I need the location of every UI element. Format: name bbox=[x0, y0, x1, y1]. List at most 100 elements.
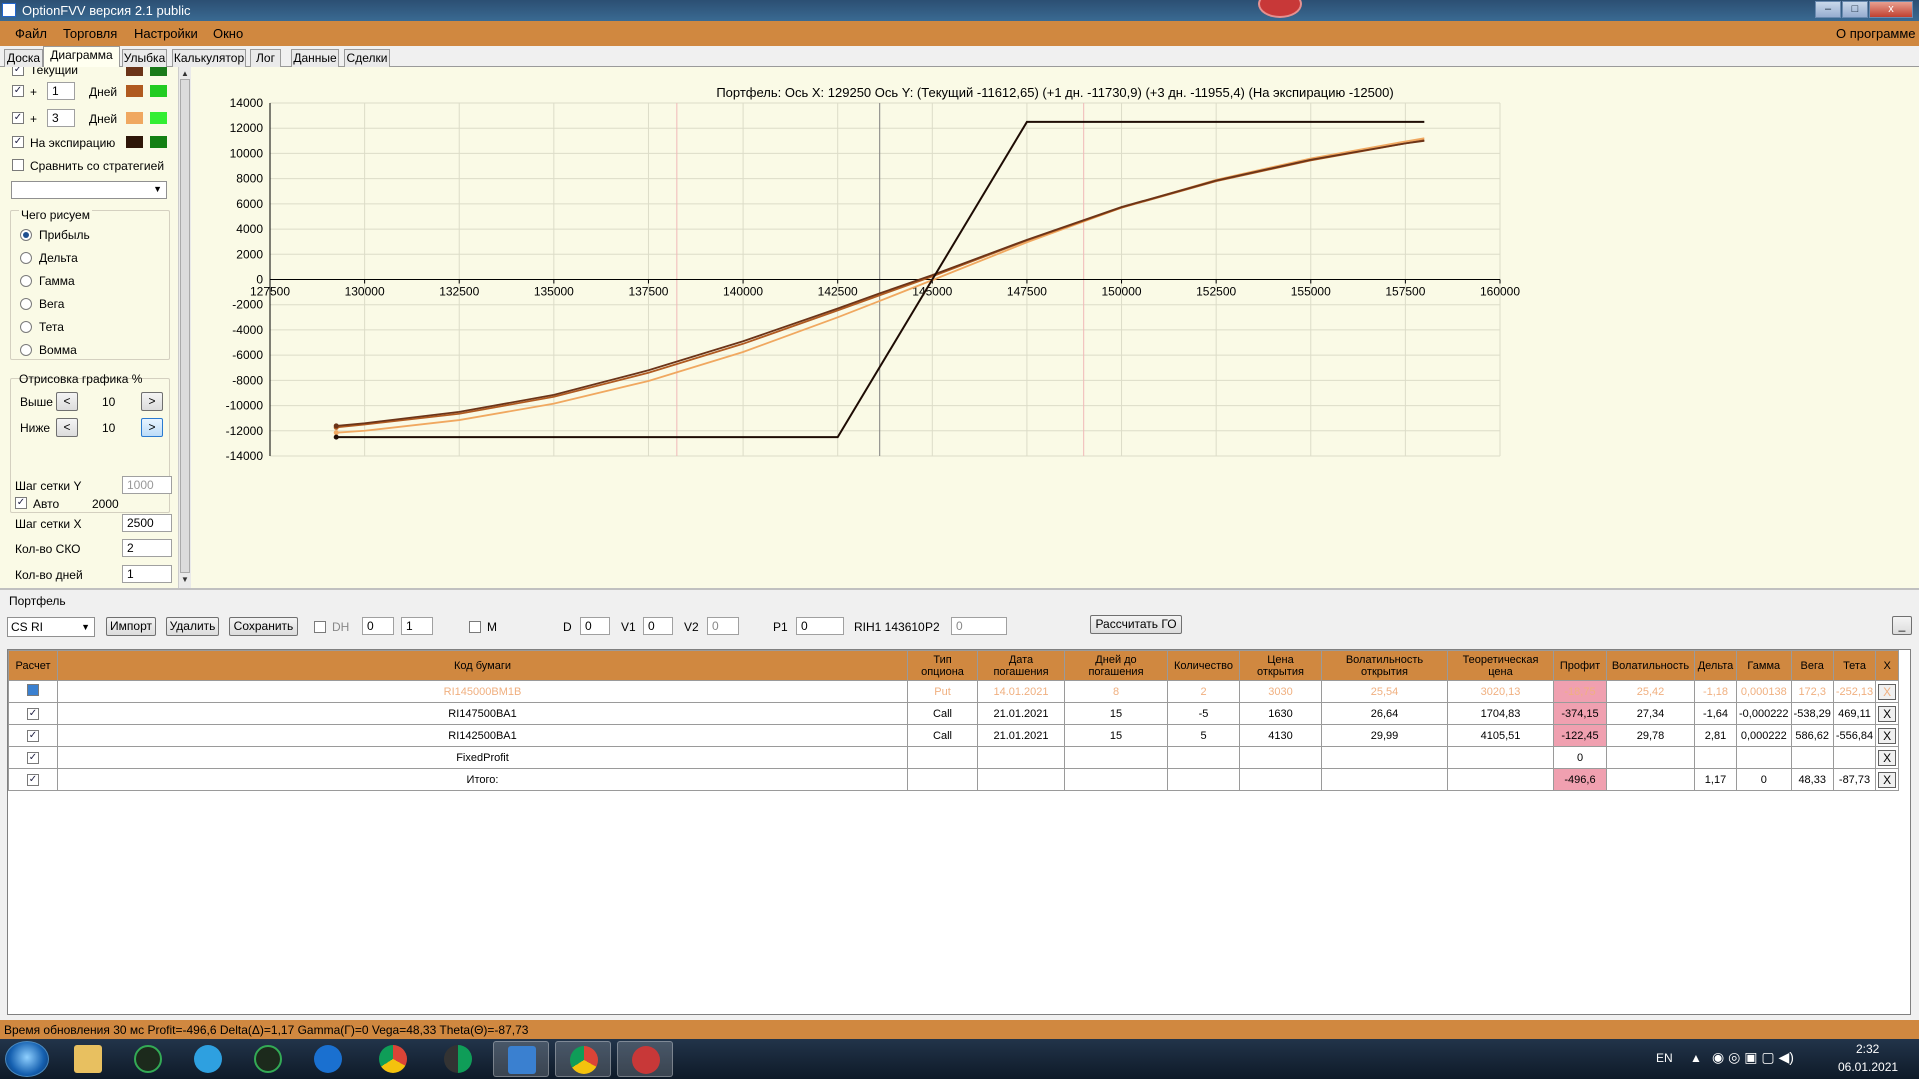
import-button[interactable]: Импорт bbox=[106, 617, 156, 636]
tab-data[interactable]: Данные bbox=[291, 49, 339, 67]
taskbar-optionfvv[interactable] bbox=[493, 1041, 549, 1077]
collapse-button[interactable]: _ bbox=[1892, 616, 1912, 635]
taskbar-chrome-2[interactable] bbox=[430, 1041, 486, 1077]
table-row[interactable]: RI145000BM1B Put 14.01.2021 8 2 3030 25,54 3020… bbox=[8, 680, 1900, 703]
minimize-button[interactable]: – bbox=[1815, 1, 1841, 18]
expiration-color-swatch-2[interactable] bbox=[150, 136, 167, 148]
scroll-up-icon[interactable]: ▲ bbox=[181, 69, 189, 78]
column-header[interactable]: Гамма bbox=[1736, 650, 1792, 681]
column-header[interactable]: Волатильность открытия bbox=[1321, 650, 1448, 681]
taskbar-chrome-1[interactable] bbox=[365, 1041, 421, 1077]
tab-calculator[interactable]: Калькулятор bbox=[172, 49, 246, 67]
taskbar-explorer[interactable] bbox=[60, 1041, 116, 1077]
taskbar-snipping[interactable] bbox=[617, 1041, 673, 1077]
scroll-thumb[interactable] bbox=[180, 79, 190, 573]
current-color-swatch-2[interactable] bbox=[150, 67, 167, 76]
p2-input[interactable]: 0 bbox=[951, 617, 1007, 635]
column-header[interactable]: Дней до погашения bbox=[1064, 650, 1168, 681]
instrument-select[interactable]: CS RI ▼ bbox=[7, 617, 95, 637]
day3-color-swatch[interactable] bbox=[126, 112, 143, 124]
m-checkbox[interactable] bbox=[469, 621, 481, 633]
row-calc-checkbox[interactable]: ✓ bbox=[27, 774, 39, 786]
calc-go-button[interactable]: Рассчитать ГО bbox=[1090, 615, 1182, 634]
menu-settings[interactable]: Настройки bbox=[134, 26, 198, 41]
day1-checkbox[interactable]: ✓ bbox=[12, 85, 24, 97]
auto-checkbox[interactable]: ✓ bbox=[15, 497, 27, 509]
radio-vega[interactable] bbox=[20, 298, 32, 310]
expiration-checkbox[interactable]: ✓ bbox=[12, 136, 24, 148]
row-calc-checkbox[interactable]: ✓ bbox=[27, 708, 39, 720]
above-decrease-button[interactable]: < bbox=[56, 392, 78, 411]
current-checkbox[interactable]: ✓ bbox=[12, 67, 24, 76]
v2-input[interactable]: 0 bbox=[707, 617, 739, 635]
sko-input[interactable]: 2 bbox=[122, 539, 172, 557]
radio-theta[interactable] bbox=[20, 321, 32, 333]
column-header[interactable]: Дата погашения bbox=[977, 650, 1065, 681]
day1-color-swatch-2[interactable] bbox=[150, 85, 167, 97]
radio-delta[interactable] bbox=[20, 252, 32, 264]
p1-input[interactable]: 0 bbox=[796, 617, 844, 635]
day1-input[interactable]: 1 bbox=[47, 82, 75, 100]
column-header[interactable]: Теоретическая цена bbox=[1447, 650, 1554, 681]
tab-diagram[interactable]: Диаграмма bbox=[43, 46, 120, 68]
column-header[interactable]: Профит bbox=[1553, 650, 1607, 681]
strategy-select[interactable]: ▼ bbox=[11, 181, 167, 199]
below-increase-button[interactable]: > bbox=[141, 418, 163, 437]
menu-trading[interactable]: Торговля bbox=[63, 26, 117, 41]
dh-input-a[interactable]: 0 bbox=[362, 617, 394, 635]
radio-gamma[interactable] bbox=[20, 275, 32, 287]
taskbar-app-1[interactable] bbox=[120, 1041, 176, 1077]
delete-row-button[interactable]: X bbox=[1878, 705, 1897, 722]
tab-deals[interactable]: Сделки bbox=[344, 49, 390, 67]
tray-app-icons[interactable]: ◉ ◎ ▣ ▢ ◀) bbox=[1712, 1049, 1794, 1066]
column-header[interactable]: Вега bbox=[1790, 650, 1834, 681]
calc-cell[interactable]: ✓ bbox=[8, 724, 58, 747]
compare-checkbox[interactable] bbox=[12, 159, 24, 171]
column-header[interactable]: Тип опциона bbox=[907, 650, 978, 681]
table-row[interactable]: ✓ RI147500BA1 Call 21.01.2021 15 -5 1630 26,64 1… bbox=[8, 702, 1900, 725]
table-row[interactable]: ✓ RI142500BA1 Call 21.01.2021 15 5 4130 29,99 41… bbox=[8, 724, 1900, 747]
day3-checkbox[interactable]: ✓ bbox=[12, 112, 24, 124]
expiration-color-swatch[interactable] bbox=[126, 136, 143, 148]
delete-button[interactable]: Удалить bbox=[166, 617, 219, 636]
delete-row-button[interactable]: X bbox=[1878, 683, 1897, 700]
menu-about[interactable]: О программе bbox=[1836, 26, 1916, 41]
start-button[interactable] bbox=[5, 1041, 49, 1077]
settings-scrollbar[interactable]: ▲ ▼ bbox=[178, 67, 191, 588]
tab-log[interactable]: Лог bbox=[250, 49, 281, 67]
clock-date[interactable]: 06.01.2021 bbox=[1838, 1060, 1898, 1074]
taskbar-telegram[interactable] bbox=[180, 1041, 236, 1077]
radio-profit[interactable] bbox=[20, 229, 32, 241]
calc-cell[interactable]: ✓ bbox=[8, 768, 58, 791]
above-increase-button[interactable]: > bbox=[141, 392, 163, 411]
column-header[interactable]: Тета bbox=[1832, 650, 1877, 681]
column-header[interactable]: Цена открытия bbox=[1239, 650, 1322, 681]
language-indicator[interactable]: EN bbox=[1656, 1051, 1673, 1065]
taskbar-app-2[interactable] bbox=[240, 1041, 296, 1077]
table-row[interactable]: ✓ FixedProfit 0 X bbox=[8, 746, 1900, 769]
column-header[interactable]: Код бумаги bbox=[57, 650, 908, 681]
save-button[interactable]: Сохранить bbox=[229, 617, 298, 636]
clock-time[interactable]: 2:32 bbox=[1856, 1042, 1879, 1056]
days-count-input[interactable]: 1 bbox=[122, 565, 172, 583]
row-calc-checkbox[interactable]: ✓ bbox=[27, 730, 39, 742]
dh-input-b[interactable]: 1 bbox=[401, 617, 433, 635]
tab-board[interactable]: Доска bbox=[4, 49, 43, 67]
scroll-down-icon[interactable]: ▼ bbox=[181, 575, 189, 584]
column-header[interactable]: Расчет bbox=[8, 650, 58, 681]
calc-cell[interactable]: ✓ bbox=[8, 746, 58, 769]
close-button[interactable]: x bbox=[1869, 1, 1913, 18]
delete-row-button[interactable]: X bbox=[1878, 771, 1897, 788]
column-header[interactable]: X bbox=[1875, 650, 1900, 681]
row-calc-checkbox[interactable]: ✓ bbox=[27, 752, 39, 764]
taskbar-teamviewer[interactable] bbox=[300, 1041, 356, 1077]
record-icon[interactable] bbox=[1258, 0, 1302, 18]
current-color-swatch[interactable] bbox=[126, 67, 143, 76]
column-header[interactable]: Количество bbox=[1167, 650, 1240, 681]
gridy-input[interactable]: 1000 bbox=[122, 476, 172, 494]
menu-window[interactable]: Окно bbox=[213, 26, 243, 41]
column-header[interactable]: Волатильность bbox=[1606, 650, 1695, 681]
d-input[interactable]: 0 bbox=[580, 617, 610, 635]
tray-arrow-icon[interactable]: ▲ bbox=[1690, 1051, 1702, 1065]
dh-checkbox[interactable] bbox=[314, 621, 326, 633]
